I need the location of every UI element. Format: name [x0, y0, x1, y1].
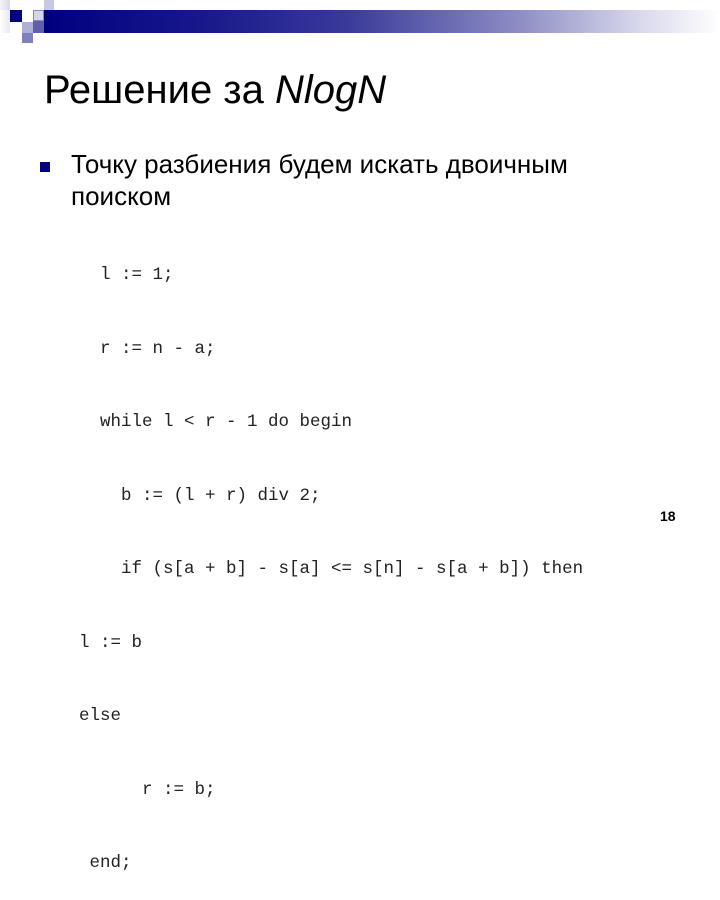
- title-text: Решение за: [44, 68, 275, 112]
- decor-square: [44, 0, 54, 10]
- decor-square: [0, 10, 10, 33]
- page-number: 18: [660, 508, 676, 524]
- decor-square: [33, 10, 44, 21]
- code-line: end;: [79, 853, 132, 873]
- code-line: while l < r - 1 do begin: [79, 412, 353, 432]
- slide-title: Решение за NlogN: [44, 68, 386, 112]
- decor-square: [10, 10, 22, 22]
- code-line: r := n - a;: [79, 338, 216, 359]
- square-bullet-icon: [40, 162, 50, 172]
- code-line: else: [79, 706, 122, 726]
- code-line: if (s[a + b] - s[a] <= s[n] - s[a + b]) …: [79, 559, 584, 579]
- code-block: l := 1; r := n - a; while l < r - 1 do b…: [79, 214, 583, 900]
- header-gradient-bar: [44, 10, 720, 33]
- decor-square: [0, 0, 10, 10]
- code-line: r := b;: [79, 779, 216, 800]
- code-line: l := b: [79, 632, 143, 653]
- bullet-text: Точку разбиения будем искать двоичным по…: [71, 149, 568, 211]
- code-line: b := (l + r) div 2;: [79, 485, 321, 506]
- decor-square: [22, 33, 33, 43]
- title-italic-text: NlogN: [275, 68, 387, 112]
- decor-square: [33, 21, 44, 33]
- code-line: l := 1;: [79, 265, 174, 285]
- decor-square: [22, 22, 33, 33]
